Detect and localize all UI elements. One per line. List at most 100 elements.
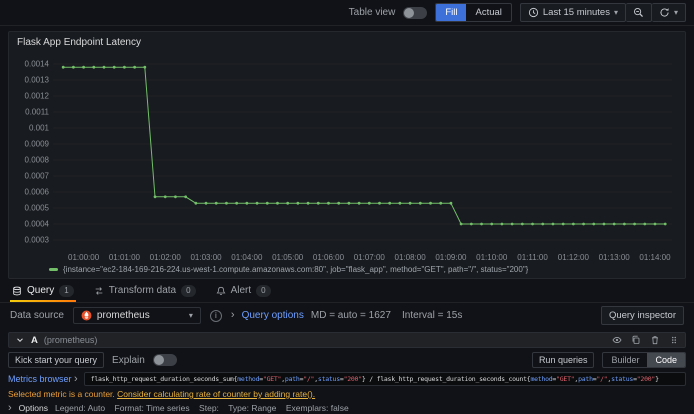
fill-actual-group: Fill Actual xyxy=(435,3,512,22)
drag-handle[interactable] xyxy=(669,335,679,345)
transform-arrows-icon xyxy=(95,286,103,295)
tab-transform-data[interactable]: Transform data 0 xyxy=(92,279,198,302)
svg-text:0.0007: 0.0007 xyxy=(25,172,50,181)
table-view-label: Table view xyxy=(348,7,396,18)
metrics-browser-button[interactable]: Metrics browser › xyxy=(8,372,78,385)
svg-text:0.001: 0.001 xyxy=(29,124,50,133)
bell-icon xyxy=(216,286,226,295)
svg-text:01:09:00: 01:09:00 xyxy=(435,253,467,262)
svg-text:0.0013: 0.0013 xyxy=(25,76,50,85)
grip-icon xyxy=(672,336,676,344)
svg-text:01:00:00: 01:00:00 xyxy=(68,253,100,262)
code-mode-button[interactable]: Code xyxy=(647,353,685,367)
hide-response-button[interactable] xyxy=(612,335,622,345)
prometheus-icon xyxy=(81,310,92,321)
svg-text:0.0006: 0.0006 xyxy=(25,188,50,197)
query-row-header[interactable]: A (prometheus) xyxy=(8,332,686,348)
svg-text:0.0008: 0.0008 xyxy=(25,156,50,165)
explain-label: Explain xyxy=(112,354,145,366)
explain-toggle[interactable] xyxy=(152,354,177,366)
chevron-down-icon: ▾ xyxy=(673,8,678,17)
svg-text:01:10:00: 01:10:00 xyxy=(476,253,508,262)
tab-alert[interactable]: Alert 0 xyxy=(214,279,273,302)
trash-icon xyxy=(652,336,658,345)
help-icon[interactable]: i xyxy=(209,309,222,322)
svg-text:01:08:00: 01:08:00 xyxy=(395,253,427,262)
refresh-button[interactable]: ▾ xyxy=(651,3,686,22)
tab-label: Query xyxy=(27,285,55,296)
time-range-picker[interactable]: Last 15 minutes ▾ xyxy=(519,3,626,22)
top-bar: Table view Fill Actual Last 15 minutes ▾ xyxy=(0,0,694,26)
svg-text:01:11:00: 01:11:00 xyxy=(517,253,548,262)
zoom-out-button[interactable] xyxy=(625,3,652,22)
tab-count-badge: 0 xyxy=(181,284,196,297)
delete-query-button[interactable] xyxy=(650,335,660,345)
time-controls: Last 15 minutes ▾ ▾ xyxy=(519,3,686,22)
svg-text:01:13:00: 01:13:00 xyxy=(599,253,631,262)
chevron-down-icon: ▾ xyxy=(613,8,618,17)
tab-label: Transform data xyxy=(108,285,177,296)
chevron-down-icon xyxy=(17,338,23,342)
datasource-picker[interactable]: prometheus ▾ xyxy=(72,307,201,324)
legend-series-marker xyxy=(49,268,58,271)
svg-text:0.0014: 0.0014 xyxy=(25,60,50,69)
svg-text:01:01:00: 01:01:00 xyxy=(109,253,141,262)
query-row-actions xyxy=(612,335,679,345)
svg-text:0.0004: 0.0004 xyxy=(25,220,50,229)
datasource-row: Data source prometheus ▾ i › Query optio… xyxy=(0,303,694,328)
svg-text:0.0005: 0.0005 xyxy=(25,204,50,213)
copy-icon xyxy=(632,335,640,344)
svg-text:0.0011: 0.0011 xyxy=(25,108,49,117)
rate-hint-link[interactable]: Consider calculating rate of counter by … xyxy=(117,389,315,399)
duplicate-query-button[interactable] xyxy=(631,335,641,345)
panel-title: Flask App Endpoint Latency xyxy=(17,37,141,48)
query-options-label: Query options xyxy=(241,310,304,321)
chevron-right-icon: › xyxy=(230,309,235,321)
counter-warning: Selected metric is a counter. Consider c… xyxy=(8,389,686,399)
query-inspector-button[interactable]: Query inspector xyxy=(600,306,684,325)
query-code-row: Metrics browser › flask_http_request_dur… xyxy=(8,372,686,386)
svg-text:01:04:00: 01:04:00 xyxy=(231,253,263,262)
fill-button[interactable]: Fill xyxy=(436,4,467,21)
clock-icon xyxy=(528,7,538,18)
svg-text:01:05:00: 01:05:00 xyxy=(272,253,304,262)
svg-text:01:07:00: 01:07:00 xyxy=(354,253,386,262)
tab-label: Alert xyxy=(230,285,252,296)
toggle-knob xyxy=(404,7,415,18)
builder-mode-button[interactable]: Builder xyxy=(603,353,647,367)
toggle-knob xyxy=(153,355,164,365)
promql-expression-input[interactable]: flask_http_request_duration_seconds_sum{… xyxy=(83,372,686,386)
query-datasource-hint: (prometheus) xyxy=(43,335,98,345)
chevron-right-icon: › xyxy=(74,372,78,385)
tab-count-badge: 0 xyxy=(256,284,271,297)
chart-legend: {instance="ec2-184-169-216-224.us-west-1… xyxy=(17,264,677,274)
svg-text:0.0009: 0.0009 xyxy=(25,140,50,149)
eye-icon xyxy=(612,336,622,344)
time-series-plot[interactable]: 0.0003 0.0004 0.0005 0.0006 0.0007 0.0008 0.00… xyxy=(17,50,677,264)
actual-button[interactable]: Actual xyxy=(466,4,510,21)
query-options-footer[interactable]: › Options Legend: Auto Format: Time seri… xyxy=(8,402,686,414)
grafana-panel-editor: Table view Fill Actual Last 15 minutes ▾ xyxy=(0,0,694,414)
query-options-summary: MD = auto = 1627 Interval = 15s xyxy=(310,310,463,321)
editor-tabs: Query 1 Transform data 0 Alert 0 xyxy=(0,279,694,303)
database-icon xyxy=(13,286,21,295)
svg-text:01:02:00: 01:02:00 xyxy=(150,253,182,262)
time-range-label: Last 15 minutes xyxy=(542,7,610,18)
query-toolbar: Kick start your query Explain Run querie… xyxy=(8,351,686,369)
query-editor: A (prometheus) Kick start your query Exp… xyxy=(0,328,694,414)
query-ref-id: A xyxy=(31,334,38,346)
query-options-toggle[interactable]: › Query options MD = auto = 1627 Interva… xyxy=(230,309,463,322)
builder-code-switch: Builder Code xyxy=(602,352,686,368)
kick-start-query-button[interactable]: Kick start your query xyxy=(8,352,105,368)
counter-warning-text: Selected metric is a counter. xyxy=(8,389,118,399)
tab-query[interactable]: Query 1 xyxy=(10,279,76,302)
refresh-icon xyxy=(660,8,669,17)
legend-series-label[interactable]: {instance="ec2-184-169-216-224.us-west-1… xyxy=(63,265,528,274)
run-queries-button[interactable]: Run queries xyxy=(531,352,595,368)
datasource-label: Data source xyxy=(10,310,64,321)
svg-text:01:12:00: 01:12:00 xyxy=(558,253,590,262)
svg-text:0.0003: 0.0003 xyxy=(25,236,50,245)
table-view-toggle[interactable] xyxy=(403,6,428,19)
tab-count-badge: 1 xyxy=(59,284,74,297)
latency-panel: Flask App Endpoint Latency 0.0003 0.0004 0… xyxy=(8,31,686,279)
